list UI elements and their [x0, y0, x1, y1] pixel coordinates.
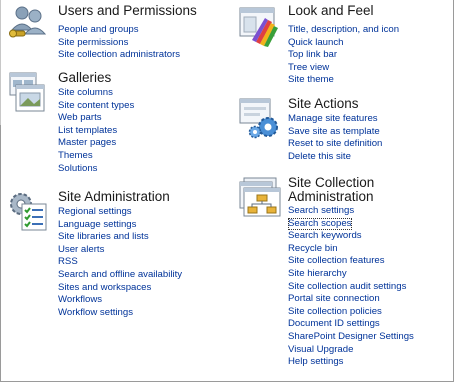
link-help-settings[interactable]: Help settings	[288, 356, 414, 369]
look-and-feel-title: Look and Feel	[288, 3, 374, 18]
link-search-settings[interactable]: Search settings	[288, 205, 414, 218]
site-hierarchy-icon	[238, 176, 282, 220]
link-site-columns[interactable]: Site columns	[58, 87, 134, 100]
link-site-hierarchy[interactable]: Site hierarchy	[288, 268, 414, 281]
link-visual-upgrade[interactable]: Visual Upgrade	[288, 344, 414, 357]
section-site-actions: Site Actions Manage site features Save s…	[238, 97, 448, 167]
users-permissions-title: Users and Permissions	[58, 3, 197, 18]
users-icon	[8, 4, 52, 48]
link-web-parts[interactable]: Web parts	[58, 112, 134, 125]
link-quick-launch[interactable]: Quick launch	[288, 37, 399, 50]
link-site-collection-audit-settings[interactable]: Site collection audit settings	[288, 281, 414, 294]
link-tree-view[interactable]: Tree view	[288, 62, 399, 75]
link-sharepoint-designer-settings[interactable]: SharePoint Designer Settings	[288, 331, 414, 344]
link-themes[interactable]: Themes	[58, 150, 134, 163]
link-site-collection-policies[interactable]: Site collection policies	[288, 306, 414, 319]
site-administration-links: Regional settings Language settings Site…	[58, 206, 182, 319]
link-site-libraries-and-lists[interactable]: Site libraries and lists	[58, 231, 182, 244]
link-site-content-types[interactable]: Site content types	[58, 100, 134, 113]
site-actions-gear-icon	[238, 97, 282, 141]
link-solutions[interactable]: Solutions	[58, 163, 134, 176]
look-and-feel-links: Title, description, and icon Quick launc…	[288, 24, 399, 87]
link-document-id-settings[interactable]: Document ID settings	[288, 318, 414, 331]
galleries-links: Site columns Site content types Web part…	[58, 87, 134, 175]
site-collection-administration-links: Search settings Search scopes Search key…	[288, 205, 414, 369]
palette-icon	[238, 4, 282, 48]
link-regional-settings[interactable]: Regional settings	[58, 206, 182, 219]
site-administration-icon	[8, 190, 52, 234]
section-site-administration: Site Administration Regional settings La…	[8, 190, 228, 320]
link-delete-this-site[interactable]: Delete this site	[288, 151, 382, 164]
link-save-site-as-template[interactable]: Save site as template	[288, 126, 382, 139]
section-users-and-permissions: Users and Permissions People and groups …	[8, 4, 228, 64]
left-border	[0, 0, 1, 125]
gallery-icon	[8, 71, 52, 115]
link-rss[interactable]: RSS	[58, 256, 182, 269]
site-actions-links: Manage site features Save site as templa…	[288, 113, 382, 163]
link-recycle-bin[interactable]: Recycle bin	[288, 243, 414, 256]
link-search-keywords[interactable]: Search keywords	[288, 230, 414, 243]
link-manage-site-features[interactable]: Manage site features	[288, 113, 382, 126]
link-search-and-offline-availability[interactable]: Search and offline availability	[58, 269, 182, 282]
link-site-theme[interactable]: Site theme	[288, 74, 399, 87]
link-language-settings[interactable]: Language settings	[58, 219, 182, 232]
link-top-link-bar[interactable]: Top link bar	[288, 49, 399, 62]
link-workflows[interactable]: Workflows	[58, 294, 182, 307]
link-portal-site-connection[interactable]: Portal site connection	[288, 293, 414, 306]
link-site-collection-features[interactable]: Site collection features	[288, 255, 414, 268]
link-site-collection-administrators[interactable]: Site collection administrators	[58, 49, 180, 62]
link-search-scopes[interactable]: Search scopes	[288, 217, 352, 231]
link-reset-to-site-definition[interactable]: Reset to site definition	[288, 138, 382, 151]
link-workflow-settings[interactable]: Workflow settings	[58, 307, 182, 320]
section-site-collection-administration: Site Collection Administration Search se…	[238, 176, 448, 376]
site-administration-title: Site Administration	[58, 189, 170, 204]
section-look-and-feel: Look and Feel Title, description, and ic…	[238, 3, 448, 87]
section-galleries: Galleries Site columns Site content type…	[8, 71, 228, 181]
site-collection-administration-title: Site Collection Administration	[288, 175, 375, 204]
users-permissions-links: People and groups Site permissions Site …	[58, 24, 180, 62]
galleries-title: Galleries	[58, 70, 112, 85]
link-list-templates[interactable]: List templates	[58, 125, 134, 138]
link-people-and-groups[interactable]: People and groups	[58, 24, 180, 37]
link-title-description-icon[interactable]: Title, description, and icon	[288, 24, 399, 37]
link-master-pages[interactable]: Master pages	[58, 137, 134, 150]
link-sites-and-workspaces[interactable]: Sites and workspaces	[58, 282, 182, 295]
link-user-alerts[interactable]: User alerts	[58, 244, 182, 257]
site-actions-title: Site Actions	[288, 96, 359, 111]
link-site-permissions[interactable]: Site permissions	[58, 37, 180, 50]
